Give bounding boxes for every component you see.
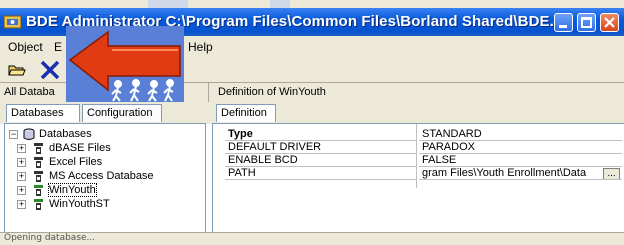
delete-x-icon[interactable] xyxy=(40,60,60,80)
menu-edit[interactable]: E xyxy=(54,40,62,54)
browse-ellipsis-button[interactable]: ... xyxy=(603,168,620,179)
maximize-button[interactable] xyxy=(577,13,596,32)
people-pushing-arrow-icon xyxy=(66,26,184,102)
minimize-button[interactable] xyxy=(554,13,573,32)
bde-app-icon xyxy=(4,15,21,29)
tab-databases[interactable]: Databases xyxy=(6,104,80,122)
grid-key: ENABLE BCD xyxy=(225,154,416,167)
expand-icon[interactable]: + xyxy=(17,172,26,181)
tree-item-label-selected: WinYouth xyxy=(48,183,97,197)
expand-icon[interactable]: + xyxy=(17,144,26,153)
definition-caption: Definition of WinYouth xyxy=(218,86,326,98)
tree-item-label: Excel Files xyxy=(49,156,103,168)
status-bar: Opening database... xyxy=(0,232,624,245)
database-alias-icon xyxy=(34,143,43,154)
expand-icon[interactable]: + xyxy=(17,158,26,167)
database-alias-icon xyxy=(34,171,43,182)
background-window-strip xyxy=(0,0,624,8)
expand-icon[interactable]: + xyxy=(17,200,26,209)
definition-grid: Type STANDARD DEFAULT DRIVER PARADOX ENA… xyxy=(212,123,624,232)
databases-root-icon xyxy=(23,128,35,140)
tree-root-label: Databases xyxy=(39,128,92,140)
open-folder-icon[interactable] xyxy=(8,63,26,77)
tree-item-label: dBASE Files xyxy=(49,142,111,154)
tree-item-label: MS Access Database xyxy=(49,170,154,182)
grid-value[interactable]: FALSE xyxy=(419,154,622,167)
close-icon xyxy=(604,17,615,28)
expand-icon[interactable]: + xyxy=(17,186,26,195)
grid-value[interactable]: PARADOX xyxy=(419,141,622,154)
object-path-label: All Databa xyxy=(4,86,55,98)
grid-value: gram Files\Youth Enrollment\Data xyxy=(422,167,587,179)
tab-definition[interactable]: Definition xyxy=(216,104,276,122)
open-database-icon xyxy=(34,185,43,196)
clipart-arrow-overlay xyxy=(66,26,184,102)
grid-value[interactable]: STANDARD xyxy=(419,128,622,141)
database-tree[interactable]: − Databases + dBASE Files + Excel Files … xyxy=(4,123,206,233)
grid-key: DEFAULT DRIVER xyxy=(225,141,416,154)
grid-key: Type xyxy=(225,128,416,141)
path-value-field[interactable]: gram Files\Youth Enrollment\Data ... xyxy=(419,167,622,180)
database-alias-icon xyxy=(34,157,43,168)
tab-configuration[interactable]: Configuration xyxy=(82,104,162,122)
tree-item-label: WinYouthST xyxy=(49,198,110,210)
menu-object[interactable]: Object xyxy=(8,40,43,54)
open-database-icon xyxy=(34,199,43,210)
menu-help[interactable]: Help xyxy=(188,40,213,54)
close-button[interactable] xyxy=(600,13,619,32)
status-text: Opening database... xyxy=(4,233,96,243)
pane-splitter[interactable] xyxy=(208,83,209,102)
collapse-icon[interactable]: − xyxy=(9,130,18,139)
grid-key: PATH xyxy=(225,167,416,180)
